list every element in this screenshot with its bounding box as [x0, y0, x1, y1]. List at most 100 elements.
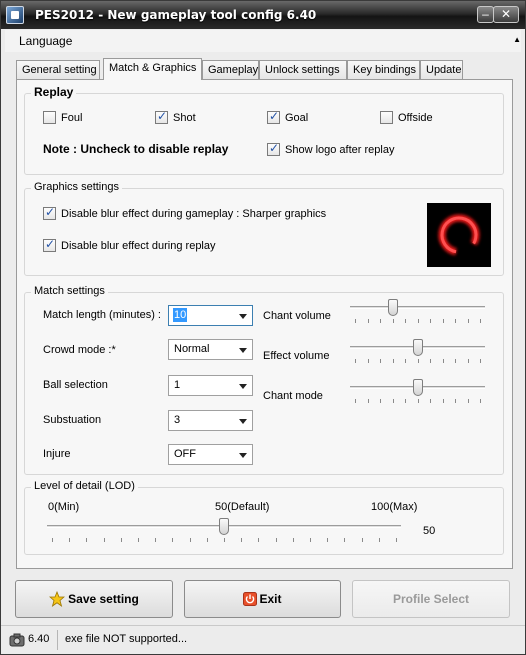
show-logo-checkbox[interactable]: Show logo after replay	[267, 141, 395, 156]
slider-tick	[443, 399, 444, 403]
slider-tick	[455, 319, 456, 323]
status-version: 6.40	[28, 633, 50, 645]
slider-tick	[480, 319, 481, 323]
slider-tick	[355, 399, 356, 403]
blur-replay-label: Disable blur effect during replay	[61, 239, 216, 252]
slider-tick	[430, 399, 431, 403]
slider-tick	[69, 538, 70, 542]
replay-note: Note : Uncheck to disable replay	[43, 142, 229, 156]
slider-tick	[355, 359, 356, 363]
replay-group: Replay Foul Shot Goal Offside Note : Unc…	[24, 85, 504, 175]
injure-select[interactable]: OFF	[168, 444, 253, 465]
slider-tick	[368, 319, 369, 323]
tab-general-setting[interactable]: General setting	[16, 60, 100, 80]
lod-default-label: 50(Default)	[215, 501, 270, 513]
blur-gameplay-checkbox[interactable]: Disable blur effect during gameplay : Sh…	[43, 205, 327, 220]
slider-tick	[405, 319, 406, 323]
slider-tick	[418, 399, 419, 403]
ball-selection-select[interactable]: 1	[168, 375, 253, 396]
foul-checkbox[interactable]: Foul	[43, 111, 82, 124]
lod-slider[interactable]	[47, 518, 401, 542]
slider-thumb[interactable]	[413, 379, 423, 396]
chant-volume-slider[interactable]	[350, 299, 485, 323]
chevron-down-icon	[239, 348, 247, 353]
slider-tick	[155, 538, 156, 542]
substitution-select[interactable]: 3	[168, 410, 253, 431]
slider-tick	[258, 538, 259, 542]
match-graphics-panel: Replay Foul Shot Goal Offside Note : Unc…	[16, 79, 513, 569]
match-length-select[interactable]: 10	[168, 305, 253, 326]
show-logo-label: Show logo after replay	[285, 143, 395, 156]
slider-tick	[276, 538, 277, 542]
graphics-title: Graphics settings	[31, 181, 122, 193]
offside-label: Offside	[398, 111, 433, 124]
slider-tick	[396, 538, 397, 542]
chant-mode-slider[interactable]	[350, 379, 485, 403]
slider-tick	[172, 538, 173, 542]
slider-tick	[380, 319, 381, 323]
tab-unlock-settings[interactable]: Unlock settings	[259, 60, 347, 80]
blur-gameplay-label: Disable blur effect during gameplay : Sh…	[61, 207, 327, 220]
shot-checkbox[interactable]: Shot	[155, 109, 196, 124]
tab-match-graphics[interactable]: Match & Graphics	[103, 58, 202, 80]
lod-group: Level of detail (LOD) 0(Min) 50(Default)…	[24, 480, 504, 555]
slider-tick	[121, 538, 122, 542]
slider-tick	[443, 319, 444, 323]
menu-language[interactable]: Language	[19, 34, 72, 48]
exit-button[interactable]: Exit	[184, 580, 341, 618]
slider-tick	[207, 538, 208, 542]
substitution-label: Substuation	[43, 414, 102, 426]
slider-tick	[190, 538, 191, 542]
status-bar: 6.40 exe file NOT supported...	[1, 625, 525, 654]
slider-tick	[455, 359, 456, 363]
chevron-down-icon	[239, 419, 247, 424]
replay-title: Replay	[31, 85, 77, 99]
chant-mode-label: Chant mode	[263, 390, 323, 402]
slider-tick	[344, 538, 345, 542]
tab-key-bindings[interactable]: Key bindings	[347, 60, 420, 80]
slider-thumb[interactable]	[388, 299, 398, 316]
match-length-label: Match length (minutes) :	[43, 309, 161, 321]
lod-title: Level of detail (LOD)	[31, 480, 138, 492]
slider-tick	[379, 538, 380, 542]
slider-tick	[480, 359, 481, 363]
slider-tick	[380, 399, 381, 403]
tab-gameplay[interactable]: Gameplay	[202, 60, 259, 80]
blur-replay-checkbox[interactable]: Disable blur effect during replay	[43, 237, 216, 252]
minimize-button[interactable]: –	[477, 6, 494, 23]
slider-tick	[52, 538, 53, 542]
slider-tick	[86, 538, 87, 542]
tab-update[interactable]: Update	[420, 60, 463, 80]
slider-tick	[418, 319, 419, 323]
slider-tick	[138, 538, 139, 542]
slider-tick	[368, 359, 369, 363]
slider-tick	[310, 538, 311, 542]
menu-bar: Language	[5, 30, 521, 52]
slider-tick	[430, 319, 431, 323]
title-bar[interactable]: PES2012 - New gameplay tool config 6.40 …	[1, 1, 525, 29]
match-settings-group: Match settings Match length (minutes) : …	[24, 285, 504, 475]
effect-volume-slider[interactable]	[350, 339, 485, 363]
slider-tick	[241, 538, 242, 542]
goal-checkbox[interactable]: Goal	[267, 109, 308, 124]
chevron-down-icon	[239, 453, 247, 458]
save-button[interactable]: Save setting	[15, 580, 173, 618]
star-icon	[49, 591, 66, 607]
window-title: PES2012 - New gameplay tool config 6.40	[35, 8, 317, 22]
slider-tick	[362, 538, 363, 542]
crowd-mode-select[interactable]: Normal	[168, 339, 253, 360]
app-window: PES2012 - New gameplay tool config 6.40 …	[0, 0, 526, 655]
lod-value: 50	[423, 525, 436, 537]
effect-volume-label: Effect volume	[263, 350, 330, 362]
profile-select-button[interactable]: Profile Select	[352, 580, 510, 618]
slider-tick	[468, 319, 469, 323]
close-button[interactable]: ✕	[493, 6, 519, 23]
slider-thumb[interactable]	[219, 518, 229, 535]
offside-checkbox[interactable]: Offside	[380, 111, 433, 124]
shot-label: Shot	[173, 111, 196, 124]
lod-min-label: 0(Min)	[48, 501, 80, 513]
power-icon	[243, 592, 258, 606]
scroll-up-icon[interactable]: ▲	[513, 35, 521, 44]
slider-tick	[405, 399, 406, 403]
slider-thumb[interactable]	[413, 339, 423, 356]
